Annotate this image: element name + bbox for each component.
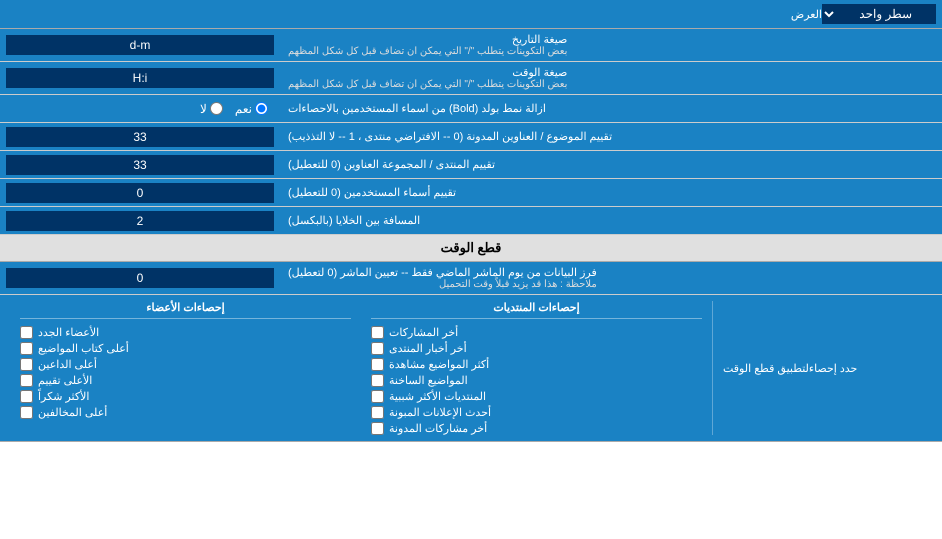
topics-order-input[interactable] [6, 127, 274, 147]
time-format-row: صيغة الوقت بعض التكوينات يتطلب "/" التي … [0, 62, 942, 95]
bold-no-label[interactable]: لا [200, 102, 223, 116]
time-format-label-main: صيغة الوقت [288, 66, 567, 79]
users-order-label-main: تقييم أسماء المستخدمين (0 للتعطيل) [288, 186, 456, 199]
users-order-input[interactable] [6, 183, 274, 203]
forum-order-row: تقييم المنتدى / المجموعة العناوين (0 للت… [0, 151, 942, 179]
topics-order-row: تقييم الموضوع / العناوين المدونة (0 -- ا… [0, 123, 942, 151]
cb-top-violated: أعلى المخالفين [20, 406, 351, 419]
cb-top-callers-input[interactable] [20, 358, 33, 371]
users-order-input-cell [0, 179, 280, 206]
cb-hot-topics: المواضيع الساخنة [371, 374, 702, 387]
bold-remove-label: ازالة نمط بولد (Bold) من اسماء المستخدمي… [280, 95, 942, 122]
display-select-cell: سطر واحد سطرين ثلاثة أسطر [822, 4, 936, 24]
time-cut-section-header: قطع الوقت [0, 235, 942, 262]
time-cut-input[interactable] [6, 268, 274, 288]
bold-yes-radio[interactable] [255, 102, 268, 115]
time-format-input-cell [0, 62, 280, 94]
checkboxes-container: حدد إحصاءلتطبيق قطع الوقت إحصاءات المنتد… [10, 301, 932, 435]
time-cut-label: فرز البيانات من يوم الماشر الماضي فقط --… [280, 262, 942, 294]
time-cut-label-sub: ملاحظة : هذا قد يزيد قبلاً وقت التحميل [288, 279, 597, 290]
cb-forum-news: أخر أخبار المنتدى [371, 342, 702, 355]
distance-input-cell [0, 207, 280, 234]
forum-order-input-cell [0, 151, 280, 178]
users-order-row: تقييم أسماء المستخدمين (0 للتعطيل) [0, 179, 942, 207]
cb-latest-ads-input[interactable] [371, 406, 384, 419]
distance-row: المسافة بين الخلايا (بالبكسل) [0, 207, 942, 235]
date-format-label: صيغة التاريخ بعض التكوينات يتطلب "/" الت… [280, 29, 942, 61]
distance-label-main: المسافة بين الخلايا (بالبكسل) [288, 214, 420, 227]
bold-remove-label-main: ازالة نمط بولد (Bold) من اسماء المستخدمي… [288, 102, 546, 115]
bold-remove-row: ازالة نمط بولد (Bold) من اسماء المستخدمي… [0, 95, 942, 123]
cb-last-posts-input[interactable] [371, 326, 384, 339]
display-label: العرض [6, 8, 822, 21]
cb-top-writers: أعلى كتاب المواضيع [20, 342, 351, 355]
top-row: سطر واحد سطرين ثلاثة أسطر العرض [0, 0, 942, 29]
apply-label-cell: حدد إحصاءلتطبيق قطع الوقت [712, 301, 932, 435]
users-order-label: تقييم أسماء المستخدمين (0 للتعطيل) [280, 179, 942, 206]
cb-top-rated: الأعلى تقييم [20, 374, 351, 387]
topics-order-input-cell [0, 123, 280, 150]
cb-hot-topics-input[interactable] [371, 374, 384, 387]
cb-most-viewed: أكثر المواضيع مشاهدة [371, 358, 702, 371]
date-format-input[interactable] [6, 35, 274, 55]
time-cut-input-cell [0, 262, 280, 294]
member-stats-header: إحصاءات الأعضاء [20, 301, 351, 319]
bold-no-radio[interactable] [210, 102, 223, 115]
cb-new-members: الأعضاء الجدد [20, 326, 351, 339]
cb-popular-forums-input[interactable] [371, 390, 384, 403]
cb-most-thanks-input[interactable] [20, 390, 33, 403]
cb-last-posts: أخر المشاركات [371, 326, 702, 339]
time-format-input[interactable] [6, 68, 274, 88]
cb-new-members-input[interactable] [20, 326, 33, 339]
cb-blog-posts: أخر مشاركات المدونة [371, 422, 702, 435]
topics-order-label: تقييم الموضوع / العناوين المدونة (0 -- ا… [280, 123, 942, 150]
time-format-label: صيغة الوقت بعض التكوينات يتطلب "/" التي … [280, 62, 942, 94]
date-format-label-main: صيغة التاريخ [288, 33, 567, 46]
time-cut-row: فرز البيانات من يوم الماشر الماضي فقط --… [0, 262, 942, 295]
forum-order-input[interactable] [6, 155, 274, 175]
apply-label-text: حدد إحصاءلتطبيق قطع الوقت [723, 362, 857, 375]
date-format-label-sub: بعض التكوينات يتطلب "/" التي يمكن ان تضا… [288, 46, 567, 57]
cb-blog-posts-input[interactable] [371, 422, 384, 435]
topics-order-label-main: تقييم الموضوع / العناوين المدونة (0 -- ا… [288, 130, 612, 143]
cb-top-callers: أعلى الداعين [20, 358, 351, 371]
cb-top-writers-input[interactable] [20, 342, 33, 355]
cb-most-thanks: الأكثر شكراً [20, 390, 351, 403]
member-stats-col: إحصاءات الأعضاء الأعضاء الجدد أعلى كتاب … [10, 301, 361, 435]
cb-most-viewed-input[interactable] [371, 358, 384, 371]
checkboxes-section: حدد إحصاءلتطبيق قطع الوقت إحصاءات المنتد… [0, 295, 942, 442]
date-format-input-cell [0, 29, 280, 61]
display-select[interactable]: سطر واحد سطرين ثلاثة أسطر [822, 4, 936, 24]
cb-forum-news-input[interactable] [371, 342, 384, 355]
forum-stats-header: إحصاءات المنتديات [371, 301, 702, 319]
time-format-label-sub: بعض التكوينات يتطلب "/" التي يمكن ان تضا… [288, 79, 567, 90]
forum-stats-col: إحصاءات المنتديات أخر المشاركات أخر أخبا… [361, 301, 712, 435]
time-cut-label-main: فرز البيانات من يوم الماشر الماضي فقط --… [288, 266, 597, 279]
distance-input[interactable] [6, 211, 274, 231]
cb-top-violated-input[interactable] [20, 406, 33, 419]
date-format-row: صيغة التاريخ بعض التكوينات يتطلب "/" الت… [0, 29, 942, 62]
bold-yes-label[interactable]: نعم [235, 102, 268, 116]
bold-remove-radio-cell: نعم لا [0, 95, 280, 122]
forum-order-label-main: تقييم المنتدى / المجموعة العناوين (0 للت… [288, 158, 495, 171]
distance-label: المسافة بين الخلايا (بالبكسل) [280, 207, 942, 234]
cb-latest-ads: أحدث الإعلانات المبونة [371, 406, 702, 419]
cb-popular-forums: المنتديات الأكثر شببية [371, 390, 702, 403]
cb-top-rated-input[interactable] [20, 374, 33, 387]
forum-order-label: تقييم المنتدى / المجموعة العناوين (0 للت… [280, 151, 942, 178]
